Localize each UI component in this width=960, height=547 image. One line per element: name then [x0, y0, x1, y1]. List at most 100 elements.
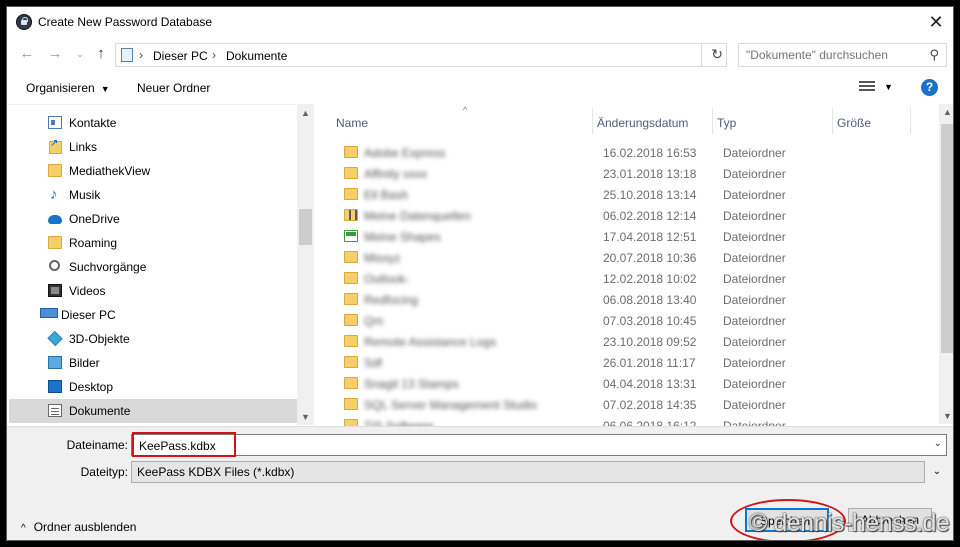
chevron-down-icon[interactable]: ⌄ [927, 461, 947, 483]
scroll-down-icon[interactable]: ▼ [939, 411, 953, 421]
file-list-scrollbar[interactable]: ▲ ▼ [939, 104, 953, 424]
contacts-icon [48, 116, 62, 129]
new-folder-button[interactable]: Neuer Ordner [137, 81, 210, 95]
filename-input[interactable] [139, 438, 919, 453]
file-type: Dateiordner [723, 293, 786, 307]
file-date: 25.10.2018 13:14 [603, 188, 697, 202]
file-name: Misxyz [364, 251, 401, 265]
folder-icon [344, 335, 358, 347]
scroll-down-icon[interactable]: ▼ [297, 412, 314, 422]
scroll-up-icon[interactable]: ▲ [939, 107, 953, 117]
file-name: Redfocing [364, 293, 419, 307]
chevron-up-icon: ^ [21, 523, 26, 534]
hide-folders-button[interactable]: ^ Ordner ausblenden [21, 520, 136, 534]
nav-item-label: Videos [69, 284, 106, 298]
organize-button[interactable]: Organisieren ▼ [26, 81, 110, 95]
view-dropdown-icon[interactable]: ▼ [884, 82, 893, 92]
back-button[interactable]: ← [16, 44, 38, 64]
table-row[interactable]: Redfocing 06.08.2018 13:40 Dateiordner [317, 289, 939, 310]
breadcrumb-this-pc[interactable]: Dieser PC [153, 49, 208, 63]
column-header-name[interactable]: Name [317, 104, 593, 136]
nav-item-dokumente[interactable]: Dokumente [9, 399, 297, 423]
filetype-label: Dateityp: [80, 465, 128, 479]
up-button[interactable]: ↑ [90, 44, 112, 64]
table-row[interactable]: Ell Bash 25.10.2018 13:14 Dateiordner [317, 184, 939, 205]
nav-item-label: Kontakte [69, 116, 117, 130]
nav-item-label: MediathekView [69, 164, 151, 178]
table-row[interactable]: Outlook- 12.02.2018 10:02 Dateiordner [317, 268, 939, 289]
folder-icon [48, 164, 62, 177]
file-type: Dateiordner [723, 230, 786, 244]
close-button[interactable]: ✕ [919, 7, 953, 37]
search-box[interactable]: ⚲ [738, 43, 947, 67]
file-name: Adobe Express [364, 146, 446, 160]
file-date: 06.02.2018 12:14 [603, 209, 697, 223]
file-type: Dateiordner [723, 377, 786, 391]
documents-icon [48, 404, 62, 417]
file-name: Affinity xxxx [364, 167, 428, 181]
search-icon[interactable]: ⚲ [929, 47, 939, 63]
forward-button[interactable]: → [44, 44, 66, 64]
file-date: 23.01.2018 13:18 [603, 167, 697, 181]
nav-item-3d-objekte[interactable]: 3D-Objekte [9, 327, 297, 351]
scroll-thumb[interactable] [299, 209, 312, 245]
scroll-thumb[interactable] [941, 124, 953, 353]
filetype-select[interactable]: KeePass KDBX Files (*.kdbx) [131, 461, 925, 483]
nav-item-musik[interactable]: ♪ Musik [9, 183, 297, 207]
spreadsheet-folder-icon [344, 230, 358, 242]
nav-item-onedrive[interactable]: OneDrive [9, 207, 297, 231]
nav-item-dieser-pc[interactable]: Dieser PC [9, 303, 297, 327]
chevron-down-icon[interactable]: ⌄ [934, 438, 942, 449]
recent-locations-button[interactable]: ⌄ [69, 44, 91, 64]
column-header-date[interactable]: Änderungsdatum [593, 104, 713, 136]
table-row[interactable]: Meine Datenquellen 06.02.2018 12:14 Dateio… [317, 205, 939, 226]
file-date: 26.01.2018 11:17 [603, 356, 696, 370]
table-row[interactable]: Meine Shapes 17.04.2018 12:51 Dateiordner [317, 226, 939, 247]
nav-item-label: Desktop [69, 380, 114, 394]
folder-icon [344, 356, 358, 368]
nav-item-mediathekview[interactable]: MediathekView [9, 159, 297, 183]
file-name: SQL Server Management Studio [364, 398, 537, 412]
file-type: Dateiordner [723, 356, 786, 370]
filename-field[interactable]: ⌄ [131, 434, 947, 456]
table-row[interactable]: Snagit 13 Stamps 04.04.2018 13:31 Dateiord… [317, 373, 939, 394]
scroll-up-icon[interactable]: ▲ [297, 108, 314, 118]
table-row[interactable]: Qm 07.03.2018 10:45 Dateiordner [317, 310, 939, 331]
nav-item-videos[interactable]: Videos [9, 279, 297, 303]
file-date: 17.04.2018 12:51 [603, 230, 697, 244]
nav-item-roaming[interactable]: Roaming [9, 231, 297, 255]
nav-item-label: Musik [69, 188, 101, 202]
folder-icon [344, 293, 358, 305]
file-name: Ell Bash [364, 188, 409, 202]
column-header-size[interactable]: Größe [833, 104, 913, 136]
address-bar[interactable]: › Dieser PC › Dokumente ↻ [115, 43, 727, 67]
links-icon [48, 138, 62, 154]
view-options-icon[interactable] [859, 81, 875, 93]
nav-item-label: 3D-Objekte [69, 332, 130, 346]
column-header-type[interactable]: Typ [713, 104, 833, 136]
nav-item-desktop[interactable]: Desktop [9, 375, 297, 399]
nav-item-suchvorgaenge[interactable]: Suchvorgänge [9, 255, 297, 279]
help-button[interactable]: ? [921, 79, 938, 96]
watermark: © dennis-henss.de [749, 509, 950, 537]
table-row[interactable]: SQL Server Management Studio 07.02.2018 1… [317, 394, 939, 415]
table-row[interactable]: Remote Assistance Logs 23.10.2018 09:52 Da… [317, 331, 939, 352]
search-icon [49, 260, 60, 271]
nav-item-bilder[interactable]: Bilder [9, 351, 297, 375]
breadcrumb-documents[interactable]: Dokumente [226, 49, 287, 63]
3d-objects-icon [47, 330, 63, 347]
pictures-icon [48, 356, 62, 369]
table-row[interactable]: Misxyz 20.07.2018 10:36 Dateiordner [317, 247, 939, 268]
nav-pane-scrollbar[interactable]: ▲ ▼ [297, 105, 314, 425]
table-row[interactable]: Adobe Express 16.02.2018 16:53 Dateiordner [317, 142, 939, 163]
file-type: Dateiordner [723, 398, 786, 412]
window-title: Create New Password Database [38, 15, 213, 29]
table-row[interactable]: Sdf 26.01.2018 11:17 Dateiordner [317, 352, 939, 373]
search-input[interactable] [746, 47, 916, 63]
nav-item-links[interactable]: Links [9, 135, 297, 159]
table-row[interactable]: Affinity xxxx 23.01.2018 13:18 Dateiordner [317, 163, 939, 184]
refresh-icon[interactable]: ↻ [711, 46, 723, 63]
organize-label: Organisieren [26, 81, 95, 95]
save-dialog: Create New Password Database ✕ ← → ⌄ ↑ ›… [6, 6, 954, 541]
nav-item-kontakte[interactable]: Kontakte [9, 111, 297, 135]
